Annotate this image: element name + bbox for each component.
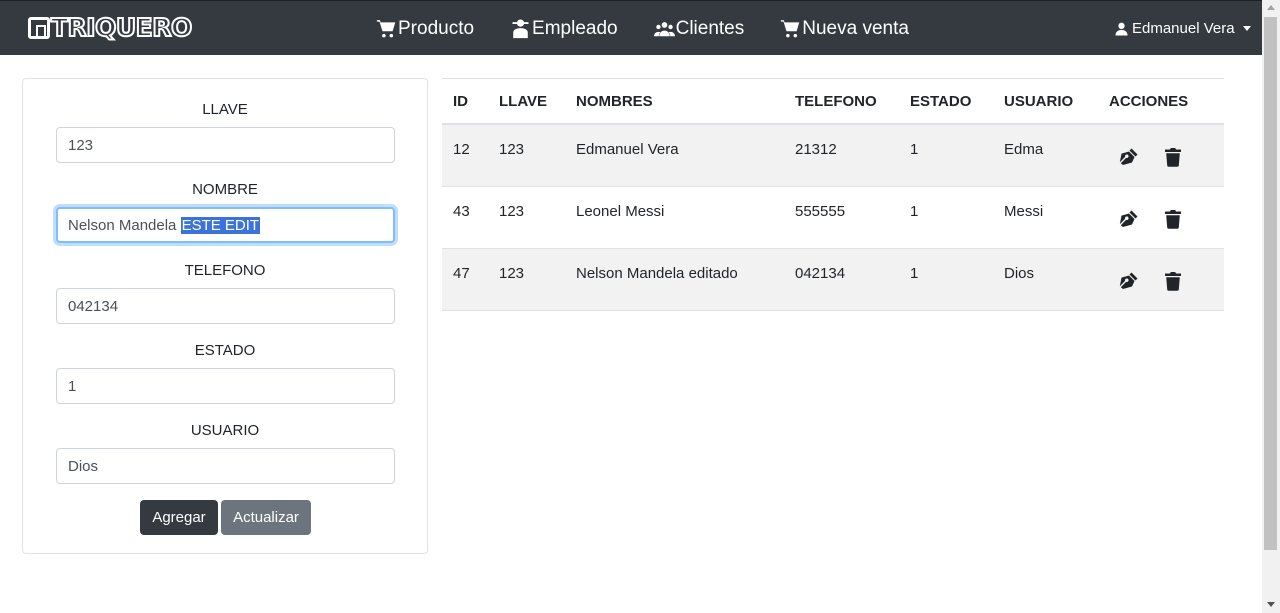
agregar-button[interactable]: Agregar — [140, 500, 218, 535]
user-name: Edmanuel Vera — [1132, 20, 1235, 37]
cell-llave: 123 — [499, 265, 525, 282]
cell-nombres: Leonel Messi — [576, 203, 665, 220]
llave-input[interactable]: 123 — [56, 127, 395, 163]
header-estado: ESTADO — [910, 93, 972, 110]
nombre-selected-text: ESTE EDIT — [180, 216, 261, 234]
nav-links: Producto Empleado Clientes Nueva venta — [376, 1, 945, 56]
delete-trash-icon[interactable] — [1163, 147, 1183, 167]
cell-nombres: Edmanuel Vera — [576, 141, 679, 158]
user-form-card: LLAVE 123 NOMBRE Nelson Mandela ESTE EDI… — [22, 78, 428, 554]
delete-trash-icon[interactable] — [1163, 209, 1183, 229]
brand-logo[interactable]: TRIQUERO — [28, 12, 193, 43]
actualizar-button[interactable]: Actualizar — [221, 500, 311, 535]
header-llave: LLAVE — [499, 93, 548, 110]
user-menu-dropdown[interactable]: Edmanuel Vera — [1115, 1, 1251, 56]
nav-link-producto[interactable]: Producto — [376, 18, 474, 40]
brand-text: TRIQUERO — [50, 12, 193, 43]
scroll-thumb[interactable] — [1264, 17, 1277, 550]
cell-id: 47 — [453, 265, 470, 282]
cell-id: 12 — [453, 141, 470, 158]
table-row: 47 123 Nelson Mandela editado 042134 1 D… — [442, 249, 1224, 311]
telefono-value: 042134 — [68, 297, 119, 315]
header-usuario: USUARIO — [1004, 93, 1074, 110]
nav-link-label: Empleado — [532, 17, 618, 39]
header-nombres: NOMBRES — [576, 93, 653, 110]
estado-label: ESTADO — [194, 342, 256, 359]
telefono-label: TELEFONO — [184, 262, 266, 279]
usuario-input[interactable]: Dios — [56, 448, 395, 484]
table-row: 43 123 Leonel Messi 555555 1 Messi — [442, 187, 1224, 249]
cell-usuario: Dios — [1004, 265, 1035, 282]
cell-nombres: Nelson Mandela editado — [576, 265, 738, 282]
cell-telefono: 555555 — [795, 203, 846, 220]
cart-icon — [781, 19, 800, 37]
cell-estado: 1 — [910, 141, 919, 158]
estado-value: 1 — [68, 377, 77, 395]
brand-icon — [28, 17, 50, 39]
nav-link-label: Nueva venta — [802, 17, 909, 39]
nav-link-empleado[interactable]: Empleado — [510, 18, 618, 40]
nombre-input[interactable]: Nelson Mandela ESTE EDIT — [56, 207, 395, 243]
scroll-down-arrow-icon[interactable] — [1267, 602, 1275, 607]
cell-id: 43 — [453, 203, 470, 220]
delete-trash-icon[interactable] — [1163, 271, 1183, 291]
cell-estado: 1 — [910, 203, 919, 220]
user-icon — [1115, 22, 1128, 35]
cell-usuario: Messi — [1004, 203, 1044, 220]
users-table: ID LLAVE NOMBRES TELEFONO ESTADO USUARIO… — [442, 78, 1224, 311]
cell-llave: 123 — [499, 141, 525, 158]
caret-down-icon — [1242, 26, 1251, 31]
edit-pen-icon[interactable] — [1119, 147, 1139, 167]
cart-icon — [376, 19, 396, 37]
usuario-label: USUARIO — [190, 422, 260, 439]
clients-icon — [653, 21, 675, 36]
cell-usuario: Edma — [1004, 141, 1044, 158]
table-header: ID LLAVE NOMBRES TELEFONO ESTADO USUARIO… — [442, 78, 1224, 125]
estado-input[interactable]: 1 — [56, 368, 395, 404]
nav-link-nueva-venta[interactable]: Nueva venta — [780, 18, 909, 40]
nombre-value: Nelson Mandela — [68, 216, 181, 234]
vertical-scrollbar[interactable] — [1262, 0, 1280, 613]
usuario-value: Dios — [68, 457, 99, 475]
llave-label: LLAVE — [202, 101, 248, 118]
nav-link-label: Producto — [398, 17, 475, 39]
header-acciones: ACCIONES — [1109, 93, 1189, 110]
navbar: TRIQUERO Producto Empleado Clientes Nuev… — [0, 0, 1262, 55]
header-id: ID — [453, 93, 468, 110]
cell-telefono: 21312 — [795, 141, 837, 158]
scroll-up-arrow-icon[interactable] — [1267, 5, 1275, 10]
edit-pen-icon[interactable] — [1119, 271, 1139, 291]
table-row: 12 123 Edmanuel Vera 21312 1 Edma — [442, 125, 1224, 187]
header-telefono: TELEFONO — [795, 93, 877, 110]
telefono-input[interactable]: 042134 — [56, 288, 395, 324]
employee-icon — [512, 18, 529, 38]
edit-pen-icon[interactable] — [1119, 209, 1139, 229]
nav-link-label: Clientes — [675, 17, 745, 39]
cell-estado: 1 — [910, 265, 919, 282]
nombre-label: NOMBRE — [192, 181, 258, 198]
cell-telefono: 042134 — [795, 265, 846, 282]
nav-link-clientes[interactable]: Clientes — [653, 17, 745, 40]
llave-value: 123 — [68, 136, 94, 154]
cell-llave: 123 — [499, 203, 525, 220]
